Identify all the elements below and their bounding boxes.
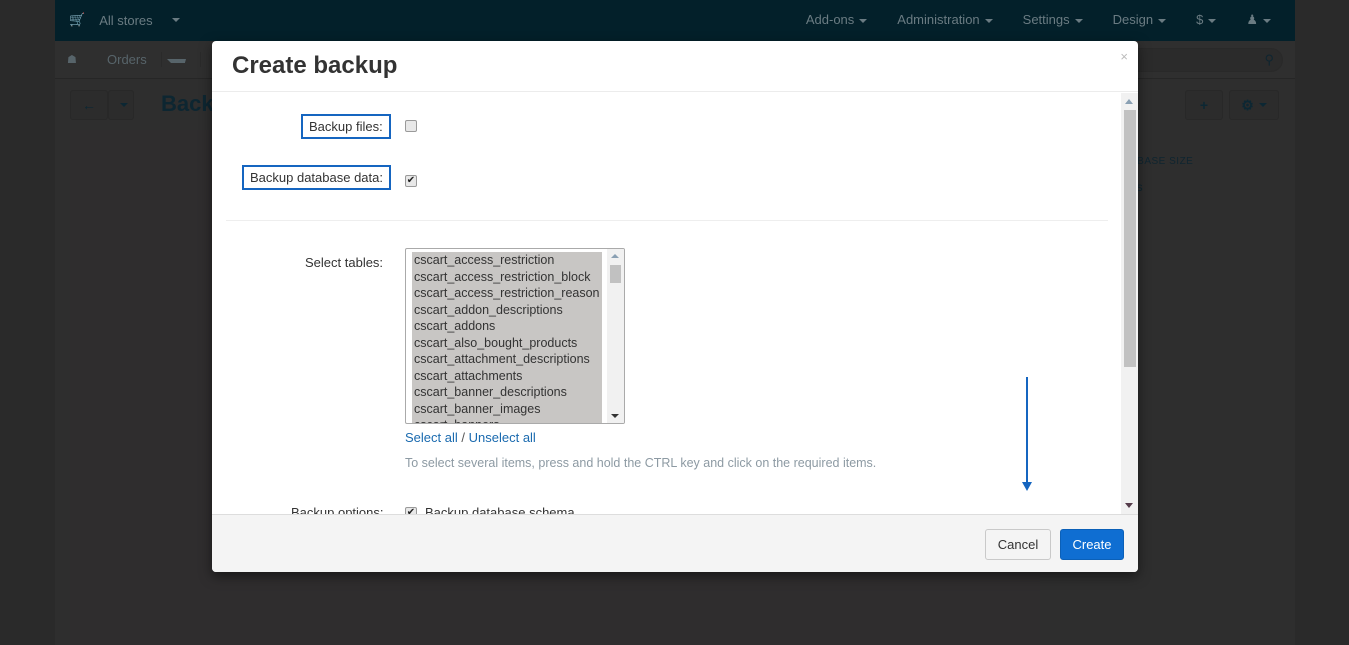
scroll-up-icon[interactable]: [611, 254, 619, 258]
chevron-down-icon: [984, 18, 993, 23]
page-title: Back: [161, 91, 214, 116]
menu-label: Administration: [897, 12, 980, 27]
link-separator: /: [461, 430, 465, 445]
close-icon[interactable]: ×: [1120, 49, 1128, 64]
unselect-all-link[interactable]: Unselect all: [469, 430, 536, 445]
backup-options-label: Backup options:: [291, 505, 384, 514]
table-option[interactable]: cscart_addons: [412, 318, 602, 335]
settings-button[interactable]: ⚙: [1229, 90, 1279, 120]
chevron-down-icon: [1158, 18, 1167, 23]
top-navbar: 🛒 All stores Add-ons Administration Sett…: [55, 0, 1295, 41]
menu-label: $: [1196, 12, 1204, 27]
store-selector[interactable]: 🛒 All stores: [69, 12, 180, 28]
menu-settings[interactable]: Settings: [1023, 12, 1083, 28]
menu-design[interactable]: Design: [1112, 12, 1167, 28]
scrollbar-thumb[interactable]: [610, 265, 621, 283]
table-option[interactable]: cscart_banners: [412, 417, 602, 423]
store-selector-label: All stores: [99, 12, 153, 28]
scroll-down-icon[interactable]: [611, 414, 619, 418]
dialog-title: Create backup: [232, 52, 398, 79]
table-option[interactable]: cscart_access_restriction: [412, 252, 602, 269]
checkmark-icon: ✔: [406, 507, 416, 515]
menu-administration[interactable]: Administration: [897, 12, 993, 28]
cart-icon: 🛒: [69, 12, 86, 27]
back-button[interactable]: ←: [70, 90, 108, 120]
cancel-button[interactable]: Cancel: [985, 529, 1051, 560]
menu-label: Design: [1112, 12, 1154, 27]
chevron-down-icon: [171, 18, 180, 22]
chevron-down-icon: [166, 58, 186, 63]
sidebar-heading: ABASE SIZE: [1130, 156, 1194, 167]
menu-label: Add-ons: [805, 12, 855, 27]
gear-icon: ⚙: [1241, 96, 1254, 113]
tables-multiselect[interactable]: cscart_access_restriction cscart_access_r…: [405, 248, 625, 424]
divider: [226, 220, 1108, 221]
user-icon: ♟: [1246, 12, 1258, 27]
table-option[interactable]: cscart_banner_descriptions: [412, 384, 602, 401]
select-tables-label: Select tables:: [305, 255, 384, 270]
chevron-down-icon: [1258, 103, 1267, 107]
create-button[interactable]: Create: [1060, 529, 1124, 560]
checkmark-icon: ✔: [406, 175, 416, 186]
dialog-footer: Cancel Create: [212, 514, 1138, 572]
chevron-down-icon: [1208, 18, 1217, 23]
chevron-down-icon: [1074, 18, 1083, 23]
chevron-down-icon: [119, 103, 128, 107]
nav-orders[interactable]: Orders: [107, 52, 201, 67]
table-option[interactable]: cscart_access_restriction_block: [412, 269, 602, 286]
listbox-scrollbar[interactable]: [607, 249, 624, 423]
backup-schema-checkbox[interactable]: ✔: [405, 507, 417, 514]
add-button[interactable]: +: [1185, 90, 1223, 120]
dialog-scrollbar[interactable]: [1121, 93, 1138, 514]
backup-database-data-label: Backup database data:: [242, 165, 391, 190]
select-all-link[interactable]: Select all: [405, 430, 458, 445]
search-input[interactable]: ⚲: [1113, 48, 1283, 72]
create-backup-dialog: Create backup × Backup files: Backup dat…: [212, 41, 1138, 572]
menu-user[interactable]: ♟: [1246, 12, 1271, 28]
arrow-left-icon: ←: [82, 97, 96, 113]
plus-icon: +: [1199, 97, 1209, 113]
chevron-down-icon: [1263, 18, 1271, 23]
scroll-down-icon[interactable]: [1125, 503, 1133, 508]
backup-files-label: Backup files:: [301, 114, 391, 139]
table-option[interactable]: cscart_also_bought_products: [412, 335, 602, 352]
chevron-down-icon: [859, 18, 868, 23]
scrollbar-thumb[interactable]: [1124, 110, 1136, 367]
table-option[interactable]: cscart_attachment_descriptions: [412, 351, 602, 368]
selection-links: Select all / Unselect all: [405, 430, 536, 445]
selection-hint: To select several items, press and hold …: [405, 456, 877, 470]
nav-label: Orders: [107, 52, 162, 67]
search-icon: ⚲: [1264, 52, 1274, 67]
menu-addons[interactable]: Add-ons: [805, 12, 868, 28]
backup-database-data-checkbox[interactable]: ✔: [405, 175, 417, 187]
home-icon[interactable]: ☗: [67, 53, 77, 66]
table-option[interactable]: cscart_access_restriction_reason: [412, 285, 602, 302]
arrow-down-icon: [1022, 482, 1032, 491]
top-menu: Add-ons Administration Settings Design $…: [806, 12, 1271, 28]
table-option[interactable]: cscart_banner_images: [412, 401, 602, 418]
dialog-header: Create backup ×: [212, 41, 1138, 92]
scroll-up-icon[interactable]: [1125, 99, 1133, 104]
menu-currency[interactable]: $: [1196, 12, 1217, 28]
back-dropdown-button[interactable]: [108, 90, 134, 120]
annotation-arrow: [1026, 377, 1028, 485]
table-option[interactable]: cscart_attachments: [412, 368, 602, 385]
menu-label: Settings: [1022, 12, 1070, 27]
backup-files-checkbox[interactable]: [405, 120, 417, 132]
table-option[interactable]: cscart_addon_descriptions: [412, 302, 602, 319]
backup-schema-label: Backup database schema: [425, 505, 575, 514]
tables-list: cscart_access_restriction cscart_access_r…: [412, 252, 602, 423]
dialog-body: Backup files: Backup database data: ✔ Se…: [212, 93, 1138, 514]
